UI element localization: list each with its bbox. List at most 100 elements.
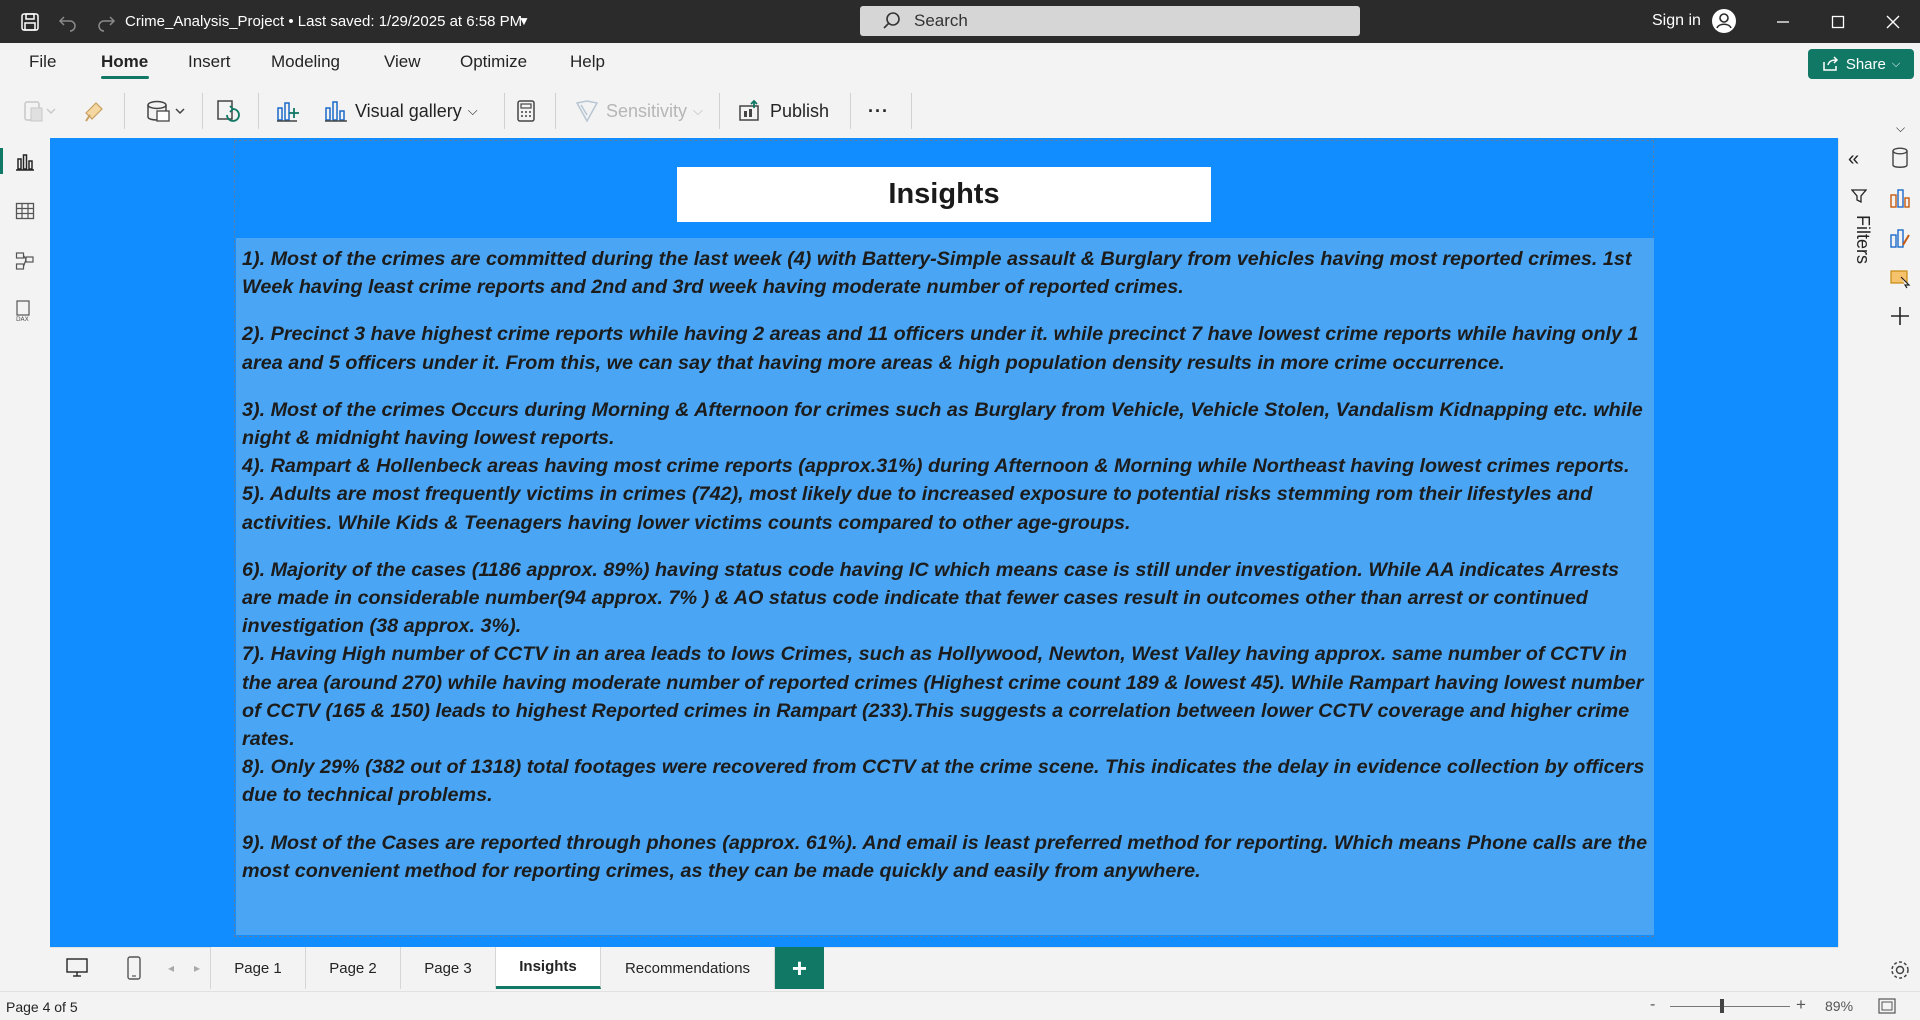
desktop-layout-icon[interactable] <box>64 955 90 981</box>
dax-query-view-icon[interactable]: DAX <box>12 298 38 324</box>
minimize-icon[interactable] <box>1768 8 1798 36</box>
ribbon-separator <box>258 93 259 129</box>
paste-icon <box>24 101 56 122</box>
sensitivity-icon <box>575 100 599 123</box>
search-box[interactable]: Search <box>860 6 1360 36</box>
sign-in-link[interactable]: Sign in <box>1652 12 1701 30</box>
zoom-level: 89% <box>1825 998 1854 1014</box>
add-page-button[interactable]: + <box>775 947 824 989</box>
document-title[interactable]: Crime_Analysis_Project • Last saved: 1/2… <box>125 13 522 30</box>
insight-paragraph: 9). Most of the Cases are reported throu… <box>242 831 1648 882</box>
zoom-out-button[interactable]: - <box>1650 996 1655 1014</box>
insight-paragraph: 7). Having High number of CCTV in an are… <box>242 643 1644 751</box>
ribbon-separator <box>911 93 912 129</box>
menu-view[interactable]: View <box>384 52 421 72</box>
maximize-icon[interactable] <box>1823 8 1853 36</box>
chevron-down-icon: ⌵ <box>467 103 478 118</box>
sensitivity-button[interactable]: Sensitivity ⌵ <box>574 97 703 125</box>
paste-button[interactable] <box>22 97 56 125</box>
insight-paragraph: 8). Only 29% (382 out of 1318) total foo… <box>242 756 1645 807</box>
redo-icon[interactable] <box>94 10 118 34</box>
get-data-button[interactable] <box>145 97 189 125</box>
format-painter-icon <box>85 102 103 122</box>
insight-paragraph: 4). Rampart & Hollenbeck areas having mo… <box>242 455 1630 478</box>
search-icon <box>882 11 902 36</box>
chevron-down-icon: ⌵ <box>1891 57 1901 70</box>
zoom-in-button[interactable]: + <box>1796 995 1806 1015</box>
right-pane-rail <box>1878 138 1920 947</box>
active-tab-indicator <box>101 76 149 79</box>
account-icon[interactable] <box>1711 8 1737 34</box>
menu-insert[interactable]: Insert <box>188 52 231 72</box>
filter-funnel-icon <box>1850 188 1868 209</box>
model-view-icon[interactable] <box>12 248 38 274</box>
page-tab-page-2[interactable]: Page 2 <box>306 947 401 989</box>
settings-icon[interactable] <box>1888 958 1912 982</box>
menu-modeling[interactable]: Modeling <box>271 52 340 72</box>
page-tab-page-1[interactable]: Page 1 <box>210 947 306 989</box>
selection-pane-icon[interactable] <box>1888 266 1912 290</box>
share-button[interactable]: Share ⌵ <box>1808 49 1914 79</box>
sensitivity-label: Sensitivity <box>606 100 688 121</box>
page-tab-insights[interactable]: Insights <box>496 947 601 989</box>
ribbon-separator <box>555 93 556 129</box>
insight-paragraph: 1). Most of the crimes are committed dur… <box>242 248 1632 299</box>
menu-home[interactable]: Home <box>101 52 148 72</box>
new-visual-button[interactable] <box>275 97 301 125</box>
ribbon-separator <box>850 93 851 129</box>
refresh-button[interactable] <box>215 97 241 125</box>
menu-file[interactable]: File <box>29 52 56 72</box>
chevron-down-icon[interactable]: ▼ <box>518 14 530 28</box>
insights-text-box[interactable]: 1). Most of the crimes are committed dur… <box>236 238 1654 935</box>
visual-gallery-label: Visual gallery <box>355 100 462 121</box>
refresh-icon <box>217 100 240 122</box>
page-tab-recommendations[interactable]: Recommendations <box>601 947 775 989</box>
menu-bar: File Home Insert Modeling View Optimize … <box>0 43 1920 81</box>
visual-gallery-icon <box>325 101 347 122</box>
new-visual-icon <box>277 102 299 122</box>
mobile-layout-icon[interactable] <box>121 955 147 981</box>
filters-label[interactable]: Filters <box>1852 215 1873 264</box>
ribbon-separator <box>719 93 720 129</box>
zoom-slider[interactable] <box>1670 1006 1790 1007</box>
report-view-icon[interactable] <box>12 148 38 174</box>
close-icon[interactable] <box>1878 8 1908 36</box>
format-pane-icon[interactable] <box>1888 226 1912 250</box>
zoom-slider-thumb[interactable] <box>1720 999 1724 1013</box>
table-view-icon[interactable] <box>12 198 38 224</box>
left-view-nav: DAX <box>0 138 50 947</box>
svg-text:DAX: DAX <box>16 316 29 322</box>
add-pane-icon[interactable] <box>1888 304 1912 328</box>
insight-paragraph: 2). Precinct 3 have highest crime report… <box>242 323 1639 374</box>
data-pane-icon[interactable] <box>1888 146 1912 170</box>
format-painter-button[interactable] <box>82 97 106 125</box>
insight-paragraph: 6). Majority of the cases (1186 approx. … <box>242 558 1620 638</box>
save-icon[interactable] <box>18 10 42 34</box>
insight-paragraph: 5). Adults are most frequently victims i… <box>242 483 1593 534</box>
page-indicator: Page 4 of 5 <box>6 999 78 1015</box>
more-options-button[interactable]: ··· <box>868 97 889 125</box>
visualizations-pane-icon[interactable] <box>1888 186 1912 210</box>
status-bar: Page 4 of 5 - + 89% <box>0 991 1920 1020</box>
fit-to-page-icon[interactable] <box>1878 998 1896 1014</box>
publish-icon <box>739 99 759 121</box>
report-canvas[interactable]: Insights 1). Most of the crimes are comm… <box>50 138 1838 947</box>
calculation-button[interactable] <box>515 97 537 125</box>
publish-button[interactable]: Publish <box>738 97 829 125</box>
search-placeholder: Search <box>914 11 968 30</box>
ribbon-separator <box>124 93 125 129</box>
visual-gallery-button[interactable]: Visual gallery ⌵ <box>323 97 478 125</box>
menu-help[interactable]: Help <box>570 52 605 72</box>
title-bar: Crime_Analysis_Project • Last saved: 1/2… <box>0 0 1920 43</box>
expand-pane-icon[interactable]: « <box>1848 148 1859 171</box>
chevron-down-icon: ⌵ <box>693 103 703 118</box>
insights-title-card[interactable]: Insights <box>677 167 1211 222</box>
ribbon-separator <box>504 93 505 129</box>
page-title: Insights <box>888 178 1000 210</box>
page-tab-page-3[interactable]: Page 3 <box>401 947 496 989</box>
menu-optimize[interactable]: Optimize <box>460 52 527 72</box>
scroll-right-icon[interactable]: ▸ <box>184 955 210 981</box>
insight-paragraph: 3). Most of the crimes Occurs during Mor… <box>242 398 1643 450</box>
scroll-left-icon[interactable]: ◂ <box>158 955 184 981</box>
undo-icon[interactable] <box>56 10 80 34</box>
